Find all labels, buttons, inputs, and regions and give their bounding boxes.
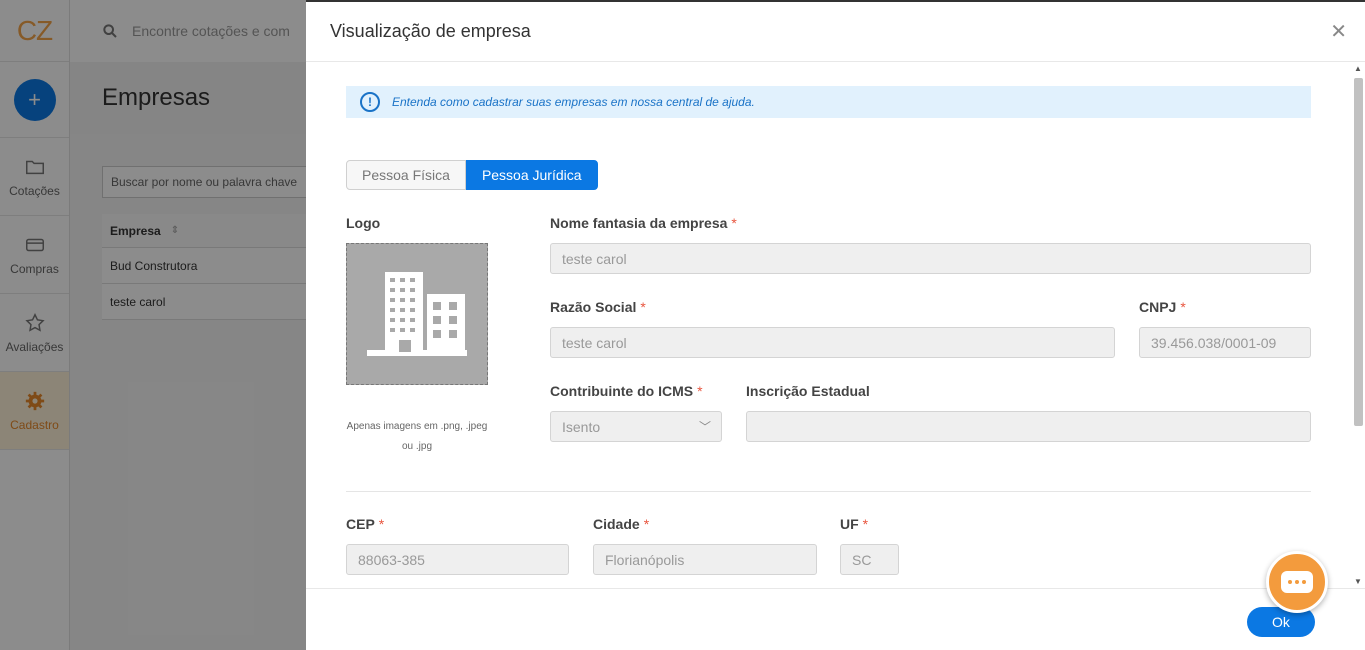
icms-select-value: Isento (562, 418, 601, 435)
chat-button[interactable] (1266, 551, 1328, 613)
nome-fantasia-field[interactable]: teste carol (550, 243, 1311, 274)
chat-icon (1281, 571, 1313, 593)
drawer-header: Visualização de empresa ✕ (306, 2, 1365, 62)
cnpj-field[interactable]: 39.456.038/0001-09 (1139, 327, 1311, 358)
uf-label: UF * (840, 516, 868, 532)
cnpj-label-text: CNPJ (1139, 299, 1177, 315)
drawer-title: Visualização de empresa (330, 21, 531, 41)
scroll-thumb[interactable] (1354, 78, 1363, 426)
icms-label-text: Contribuinte do ICMS (550, 383, 694, 399)
cep-label-text: CEP (346, 516, 375, 532)
drawer-footer: Ok (306, 588, 1365, 650)
sidebar-overlay (0, 0, 70, 650)
cep-label: CEP * (346, 516, 384, 532)
building-icon (367, 272, 467, 356)
uf-field[interactable]: SC (840, 544, 899, 575)
razao-social-label-text: Razão Social (550, 299, 637, 315)
info-text: Entenda como cadastrar suas empresas em … (392, 95, 755, 109)
required-mark: * (378, 516, 385, 532)
modal-overlay[interactable] (70, 0, 306, 650)
section-divider (346, 491, 1311, 492)
logo-hint: Apenas imagens em .png, .jpeg ou .jpg (346, 421, 488, 452)
required-mark: * (643, 516, 650, 532)
logo-label: Logo (346, 215, 381, 231)
icms-label: Contribuinte do ICMS * (550, 383, 703, 399)
drawer-body: ! Entenda como cadastrar suas empresas e… (306, 62, 1365, 588)
cep-field[interactable]: 88063-385 (346, 544, 569, 575)
scroll-down-icon[interactable]: ▼ (1353, 577, 1363, 586)
inscricao-field[interactable] (746, 411, 1311, 442)
cnpj-label: CNPJ * (1139, 299, 1186, 315)
icms-select[interactable]: Isento ﹀ (550, 411, 722, 442)
tab-pessoa-juridica[interactable]: Pessoa Jurídica (465, 160, 598, 190)
required-mark: * (1180, 299, 1186, 315)
person-type-toggle: Pessoa Física Pessoa Jurídica (346, 160, 598, 190)
nome-fantasia-label-text: Nome fantasia da empresa (550, 215, 728, 231)
required-mark: * (640, 299, 646, 315)
info-banner[interactable]: ! Entenda como cadastrar suas empresas e… (346, 86, 1311, 118)
inscricao-label: Inscrição Estadual (746, 383, 870, 399)
scroll-up-icon[interactable]: ▲ (1353, 64, 1363, 73)
required-mark: * (697, 383, 703, 399)
logo-upload[interactable] (346, 243, 488, 385)
cidade-field[interactable]: Florianópolis (593, 544, 817, 575)
tab-pessoa-fisica[interactable]: Pessoa Física (346, 160, 466, 190)
razao-social-label: Razão Social * (550, 299, 646, 315)
info-icon: ! (360, 92, 380, 112)
required-mark: * (731, 215, 737, 231)
nome-fantasia-label: Nome fantasia da empresa * (550, 215, 737, 231)
chevron-down-icon: ﹀ (698, 420, 711, 434)
company-drawer: Visualização de empresa ✕ ! Entenda como… (306, 0, 1365, 650)
drawer-scrollbar[interactable]: ▲ ▼ (1353, 64, 1363, 586)
required-mark: * (862, 516, 869, 532)
close-icon[interactable]: ✕ (1330, 19, 1347, 44)
razao-social-field[interactable]: teste carol (550, 327, 1115, 358)
cidade-label-text: Cidade (593, 516, 640, 532)
cidade-label: Cidade * (593, 516, 649, 532)
uf-label-text: UF (840, 516, 859, 532)
